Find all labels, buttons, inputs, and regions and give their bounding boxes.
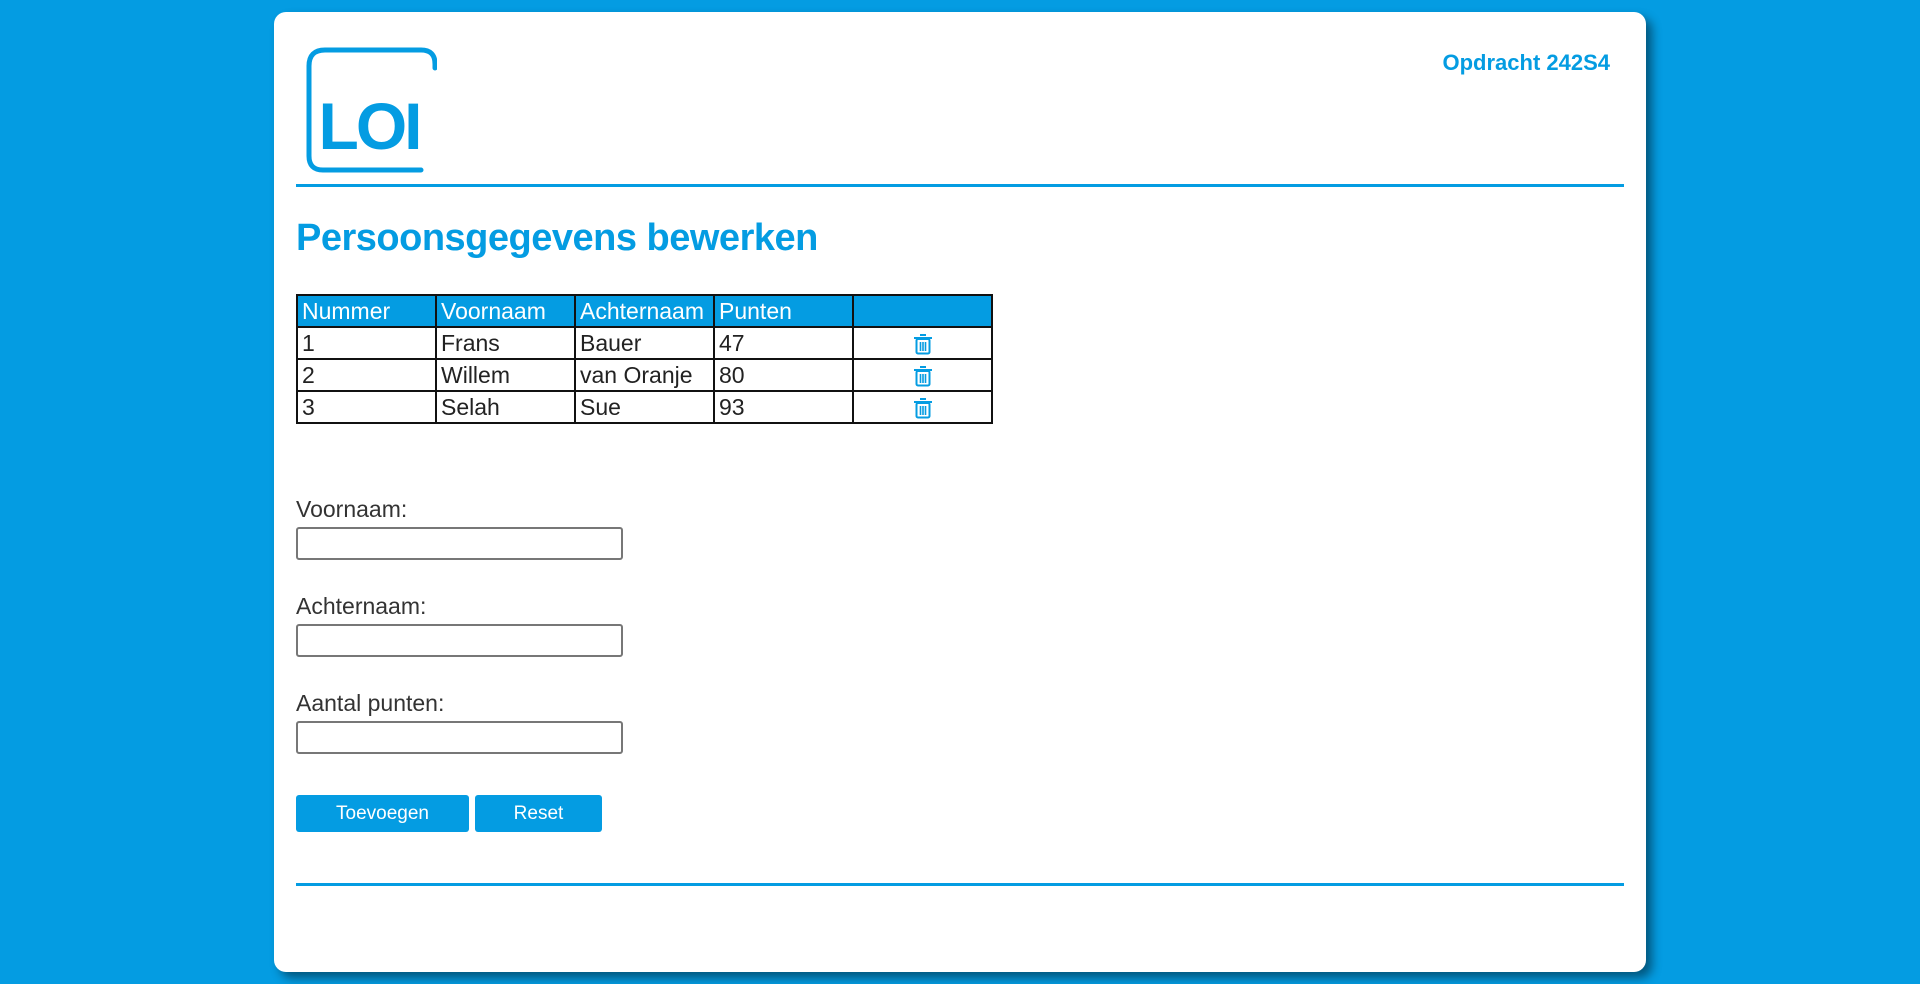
cell-achternaam: Sue <box>574 390 715 424</box>
column-header-nummer: Nummer <box>296 294 437 328</box>
header-divider <box>296 184 1624 187</box>
cell-punten: 93 <box>713 390 854 424</box>
cell-actions <box>852 358 993 392</box>
page-title: Persoonsgegevens bewerken <box>296 217 818 259</box>
table-row: 3 Selah Sue 93 <box>296 390 993 424</box>
cell-achternaam: van Oranje <box>574 358 715 392</box>
footer-divider <box>296 883 1624 886</box>
first-name-label: Voornaam: <box>296 496 408 522</box>
cell-voornaam: Frans <box>435 326 576 360</box>
reset-button[interactable]: Reset <box>475 795 602 832</box>
loi-logo: LOI <box>306 47 437 173</box>
cell-nummer: 3 <box>296 390 437 424</box>
last-name-label: Achternaam: <box>296 593 427 619</box>
column-header-voornaam: Voornaam <box>435 294 576 328</box>
column-header-achternaam: Achternaam <box>574 294 715 328</box>
last-name-input[interactable] <box>296 624 623 657</box>
cell-voornaam: Selah <box>435 390 576 424</box>
assignment-label: Opdracht 242S4 <box>1442 50 1610 75</box>
trash-icon[interactable] <box>913 397 933 419</box>
logo-text: LOI <box>319 89 420 163</box>
cell-nummer: 2 <box>296 358 437 392</box>
cell-achternaam: Bauer <box>574 326 715 360</box>
cell-actions <box>852 326 993 360</box>
column-header-actions <box>852 294 993 328</box>
points-label: Aantal punten: <box>296 690 445 716</box>
cell-nummer: 1 <box>296 326 437 360</box>
table-header-row: Nummer Voornaam Achternaam Punten <box>296 294 993 328</box>
cell-voornaam: Willem <box>435 358 576 392</box>
points-input[interactable] <box>296 721 623 754</box>
trash-icon[interactable] <box>913 365 933 387</box>
column-header-punten: Punten <box>713 294 854 328</box>
first-name-input[interactable] <box>296 527 623 560</box>
cell-punten: 80 <box>713 358 854 392</box>
cell-actions <box>852 390 993 424</box>
persons-table: Nummer Voornaam Achternaam Punten 1 Fran… <box>296 294 993 424</box>
table-row: 2 Willem van Oranje 80 <box>296 358 993 392</box>
trash-icon[interactable] <box>913 333 933 355</box>
cell-punten: 47 <box>713 326 854 360</box>
add-button[interactable]: Toevoegen <box>296 795 469 832</box>
table-row: 1 Frans Bauer 47 <box>296 326 993 360</box>
page-card: LOI Opdracht 242S4 Persoonsgegevens bewe… <box>274 12 1646 972</box>
